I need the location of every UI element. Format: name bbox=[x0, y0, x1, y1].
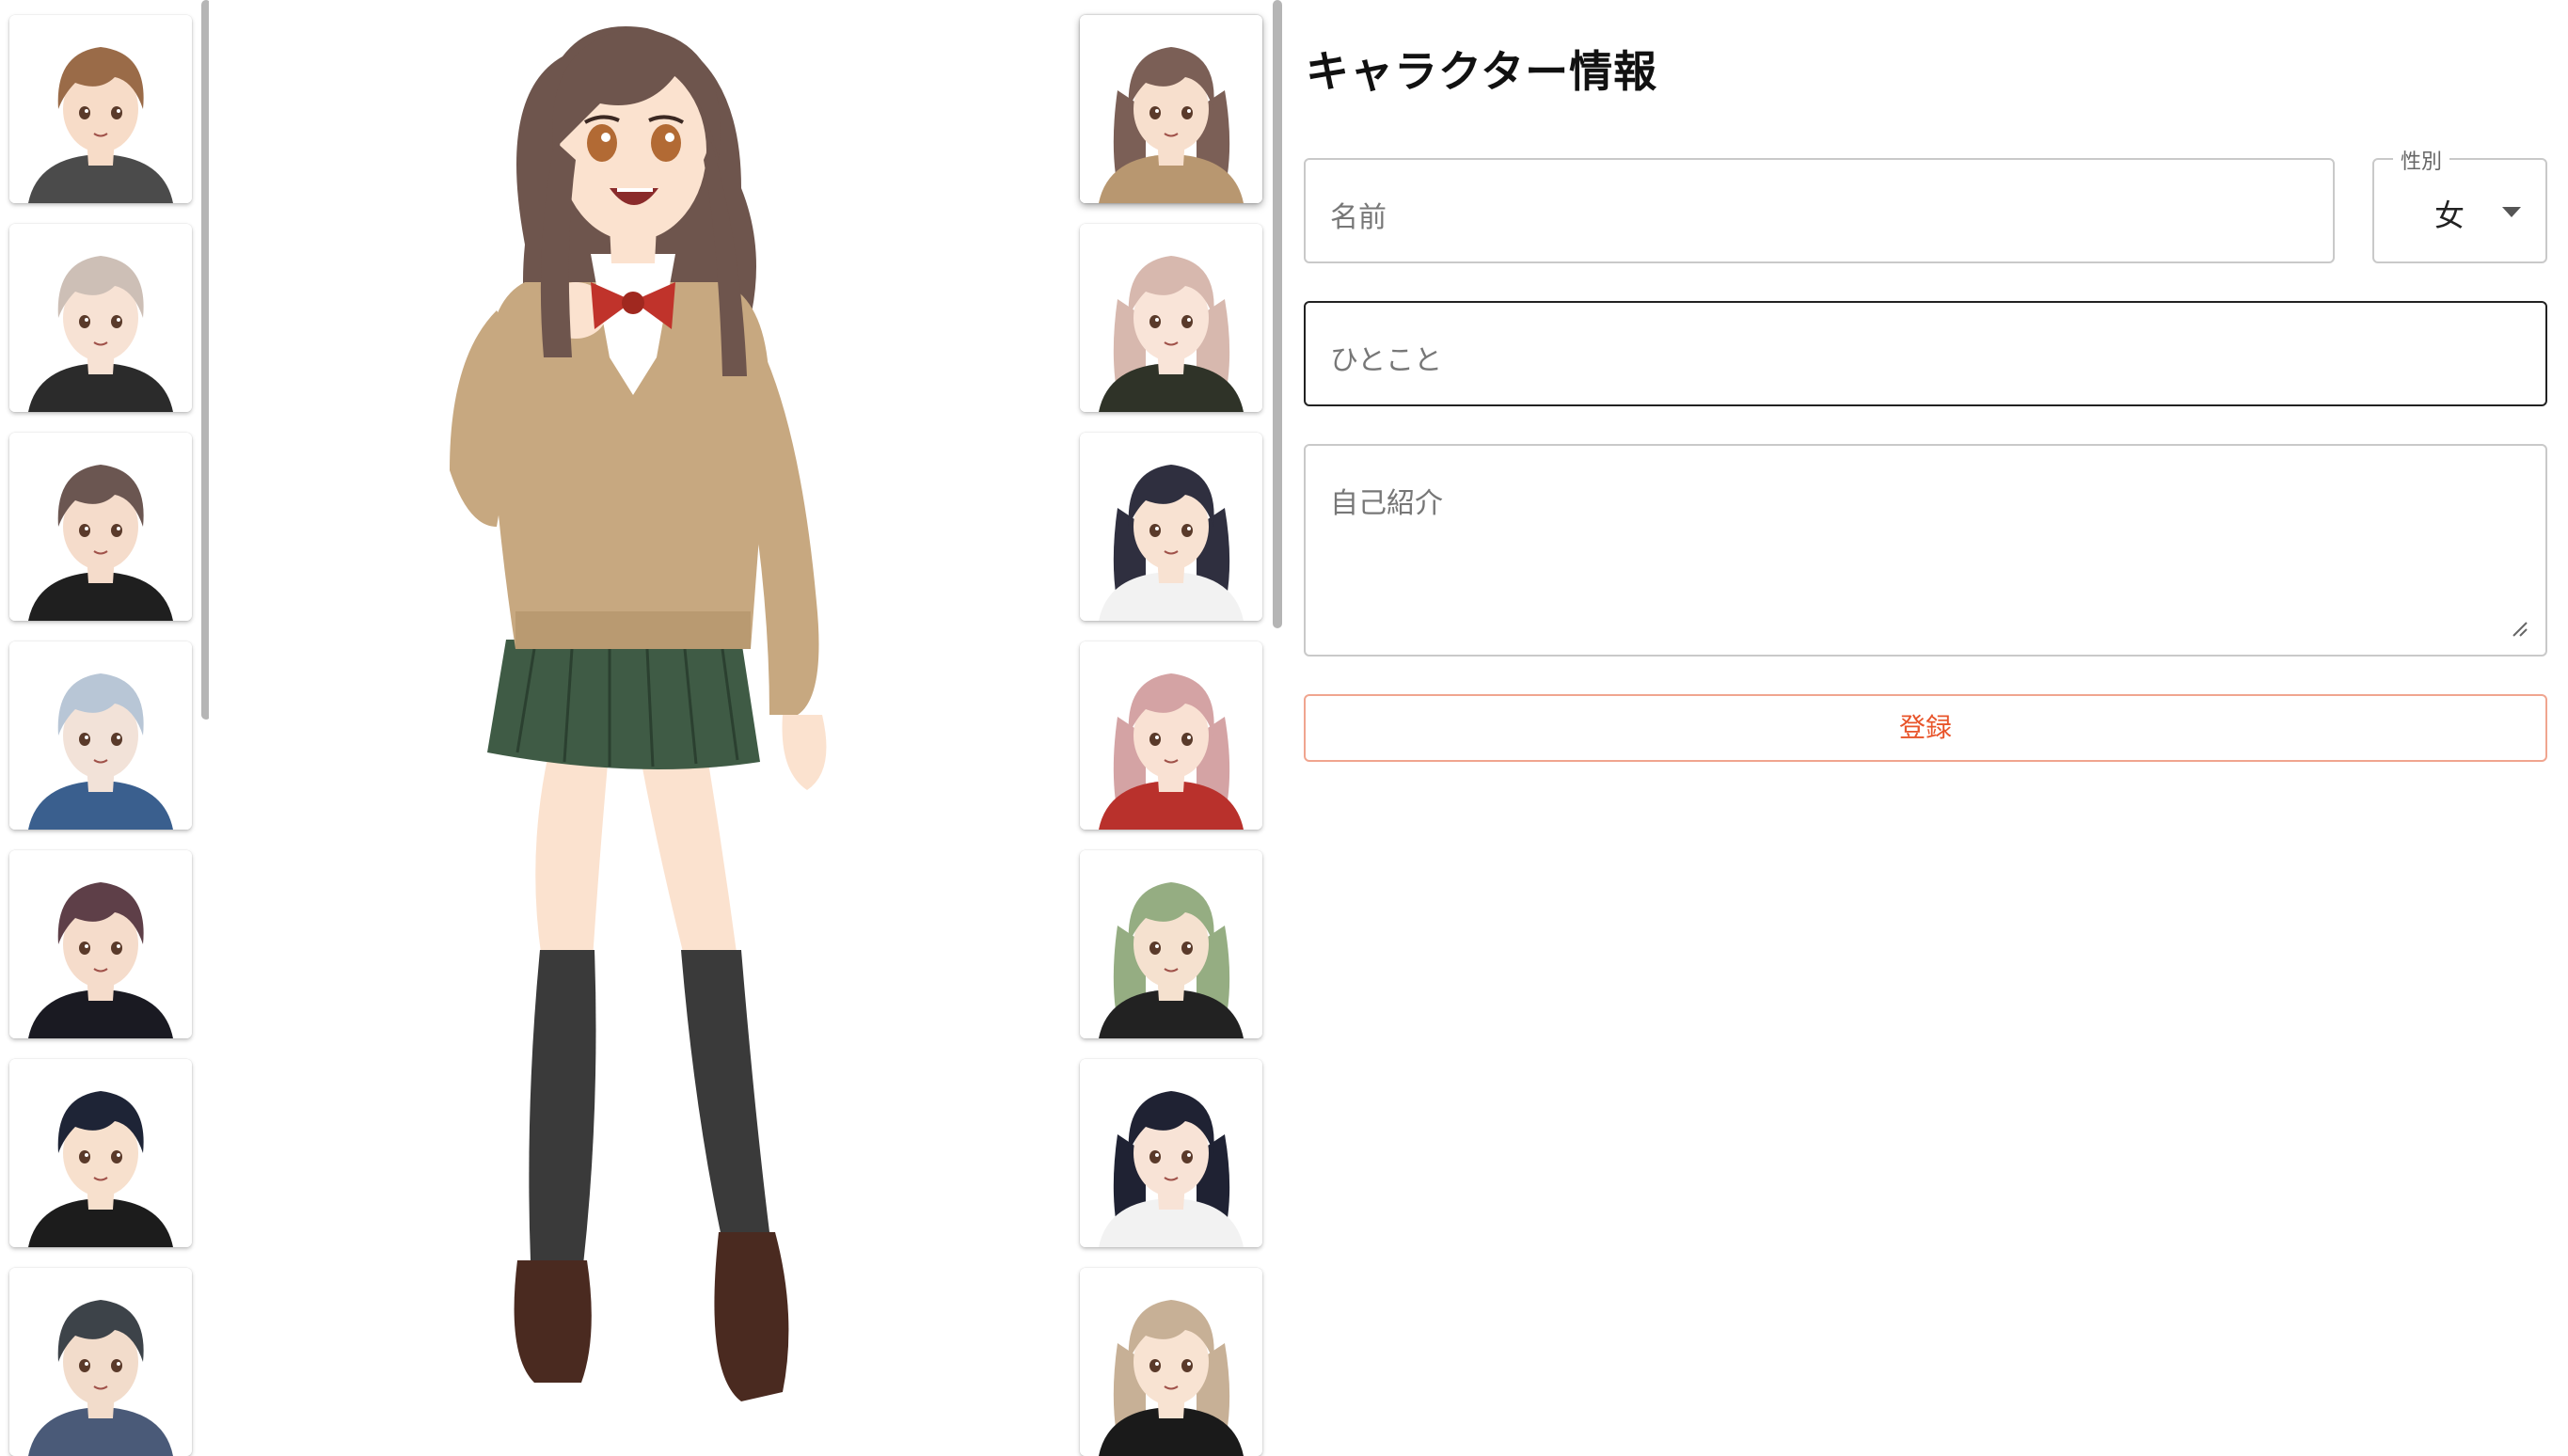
hitokoto-field[interactable]: ひとこと bbox=[1304, 301, 2547, 406]
character-portrait-image bbox=[1080, 850, 1262, 1038]
character-portrait-image bbox=[9, 641, 192, 830]
character-portrait-image bbox=[1080, 224, 1262, 412]
character-portrait-image bbox=[9, 1268, 192, 1456]
character-editor: キャラクター情報 名前 性別 女 ひとこと 自己紹介 登録 bbox=[0, 0, 2568, 1456]
character-portrait-image bbox=[9, 433, 192, 621]
resize-handle-icon[interactable] bbox=[2510, 619, 2528, 638]
male-character-list[interactable] bbox=[0, 0, 209, 1456]
male-character-thumbnail[interactable] bbox=[9, 1268, 192, 1456]
character-portrait-image bbox=[9, 850, 192, 1038]
gender-value: 女 bbox=[2434, 198, 2465, 233]
female-character-thumbnail[interactable] bbox=[1080, 1059, 1262, 1247]
chevron-down-icon bbox=[2502, 207, 2521, 217]
character-portrait-image bbox=[9, 15, 192, 203]
character-info-panel: キャラクター情報 名前 性別 女 ひとこと 自己紹介 登録 bbox=[1285, 0, 2568, 1456]
female-character-thumbnail[interactable] bbox=[1080, 224, 1262, 412]
female-character-thumbnail[interactable] bbox=[1080, 433, 1262, 621]
male-character-thumbnail[interactable] bbox=[9, 224, 192, 412]
self-introduction-placeholder: 自己紹介 bbox=[1330, 487, 1443, 520]
gender-select[interactable]: 性別 女 bbox=[2372, 145, 2547, 263]
hitokoto-placeholder: ひとこと bbox=[1330, 344, 1443, 377]
male-character-thumbnail[interactable] bbox=[9, 850, 192, 1038]
gender-label: 性別 bbox=[2393, 145, 2450, 175]
male-character-thumbnail[interactable] bbox=[9, 433, 192, 621]
character-portrait-image bbox=[9, 1059, 192, 1247]
left-list-scrollbar[interactable] bbox=[201, 0, 209, 720]
female-character-thumbnail[interactable] bbox=[1080, 850, 1262, 1038]
character-portrait-image bbox=[9, 224, 192, 412]
name-placeholder: 名前 bbox=[1330, 201, 1387, 234]
character-portrait-image bbox=[1080, 15, 1262, 203]
character-preview bbox=[214, 0, 1070, 1456]
register-button[interactable]: 登録 bbox=[1304, 694, 2547, 762]
female-character-thumbnail[interactable] bbox=[1080, 15, 1262, 203]
female-character-thumbnail[interactable] bbox=[1080, 641, 1262, 830]
male-character-thumbnail[interactable] bbox=[9, 1059, 192, 1247]
page-title: キャラクター情報 bbox=[1306, 46, 1658, 97]
right-list-scrollbar[interactable] bbox=[1273, 0, 1282, 628]
character-portrait-image bbox=[1080, 1268, 1262, 1456]
self-introduction-textarea[interactable]: 自己紹介 bbox=[1304, 444, 2547, 657]
character-full-body-illustration bbox=[450, 26, 827, 1401]
male-character-thumbnail[interactable] bbox=[9, 641, 192, 830]
character-portrait-image bbox=[1080, 433, 1262, 621]
female-character-list[interactable] bbox=[1072, 0, 1285, 1456]
female-character-thumbnail[interactable] bbox=[1080, 1268, 1262, 1456]
character-portrait-image bbox=[1080, 641, 1262, 830]
character-portrait-image bbox=[1080, 1059, 1262, 1247]
name-field[interactable]: 名前 bbox=[1304, 158, 2335, 263]
male-character-thumbnail[interactable] bbox=[9, 15, 192, 203]
